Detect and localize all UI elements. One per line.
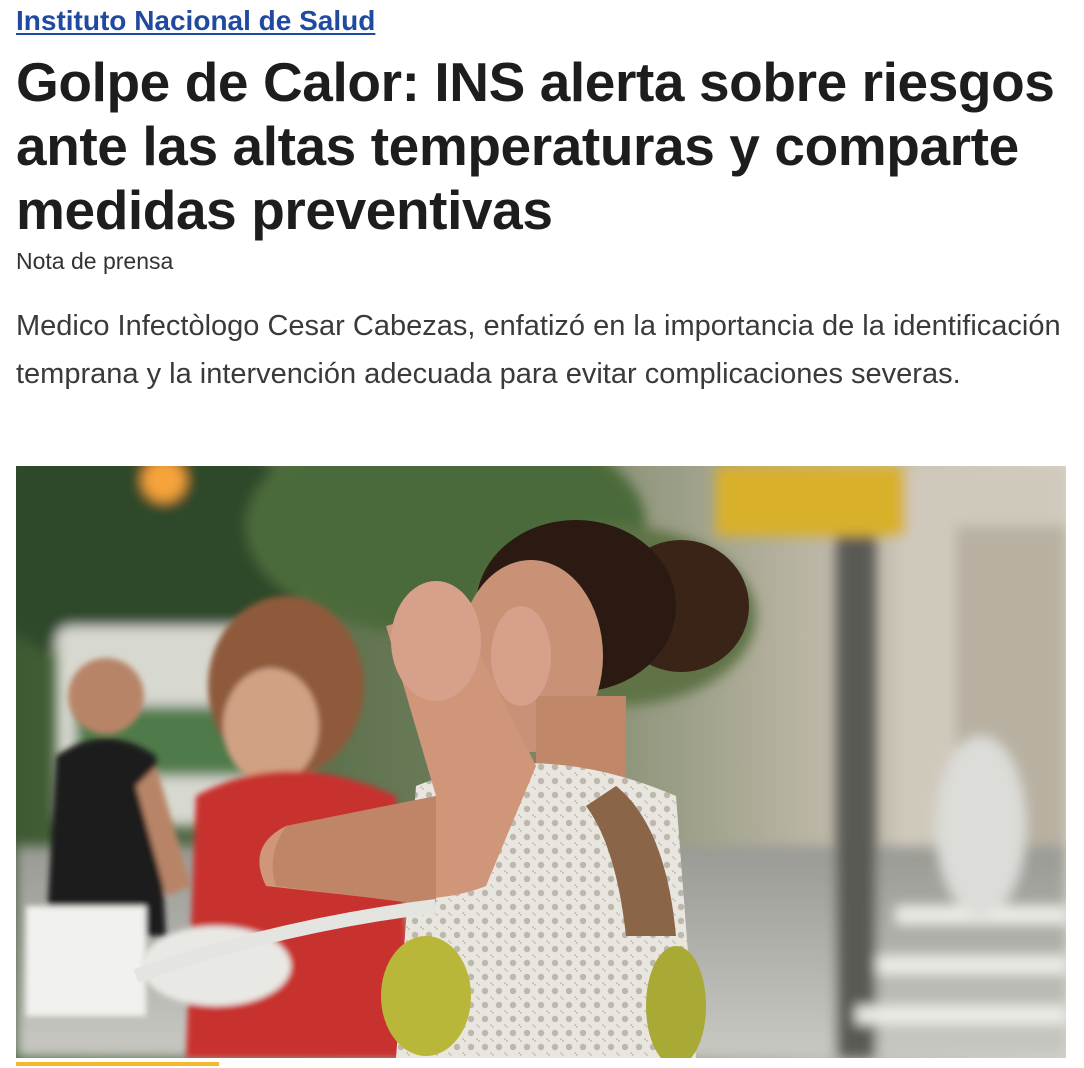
article-summary: Medico Infectòlogo Cesar Cabezas, enfati…	[16, 310, 1061, 390]
article-page: Instituto Nacional de Salud Golpe de Cal…	[0, 0, 1084, 1068]
accent-bar	[16, 1062, 219, 1066]
article-kicker: Nota de prensa	[16, 248, 174, 274]
org-link[interactable]: Instituto Nacional de Salud	[16, 2, 375, 40]
photo-illustration	[16, 466, 1066, 1058]
article-photo	[16, 466, 1066, 1058]
article-headline: Golpe de Calor: INS alerta sobre riesgos…	[16, 51, 1055, 241]
